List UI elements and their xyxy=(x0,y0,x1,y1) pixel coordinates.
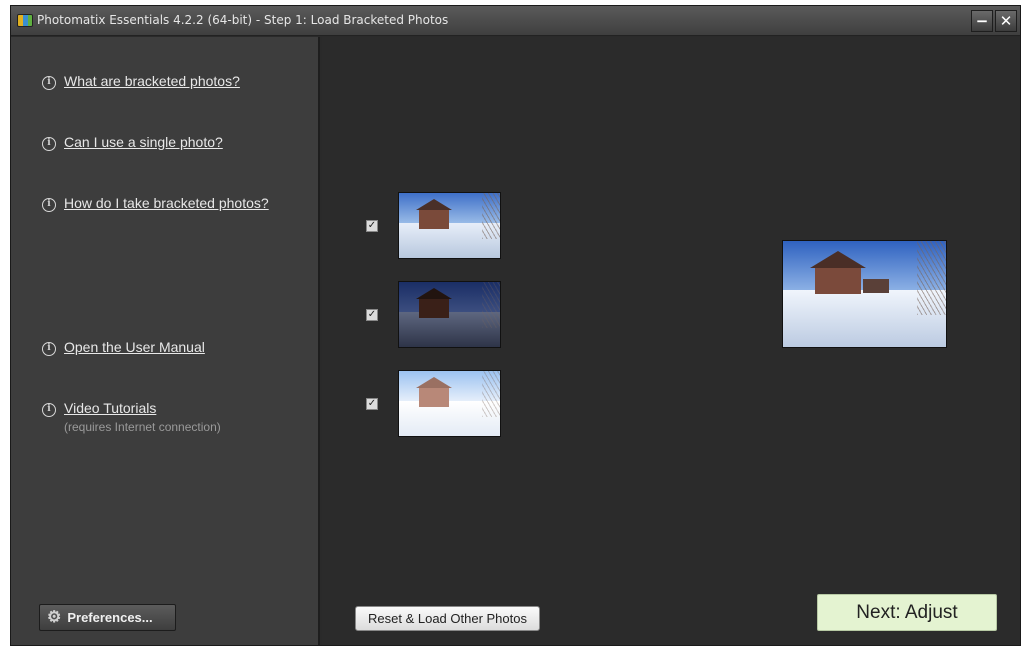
close-button[interactable]: ✕ xyxy=(995,10,1017,32)
help-link[interactable]: What are bracketed photos? xyxy=(64,73,240,89)
help-item-video-tutorials[interactable]: i Video Tutorials (requires Internet con… xyxy=(42,400,221,434)
window-title: Photomatix Essentials 4.2.2 (64-bit) - S… xyxy=(37,13,449,27)
title-bar: Photomatix Essentials 4.2.2 (64-bit) - S… xyxy=(11,6,1020,36)
photo-load-area: ✓ ✓ ✓ Reset & Load Other Photos Next: Ad… xyxy=(322,37,1020,645)
app-logo-icon xyxy=(17,14,33,27)
help-item-single-photo[interactable]: i Can I use a single photo? xyxy=(42,134,223,151)
preferences-label: Preferences... xyxy=(67,610,153,625)
bracketed-photo-row: ✓ xyxy=(366,281,501,348)
bracketed-photo-row: ✓ xyxy=(366,192,501,259)
app-window: Photomatix Essentials 4.2.2 (64-bit) - S… xyxy=(10,5,1021,646)
info-icon: i xyxy=(42,403,56,417)
next-adjust-button[interactable]: Next: Adjust xyxy=(817,594,997,631)
include-photo-checkbox[interactable]: ✓ xyxy=(366,397,378,410)
help-link[interactable]: Video Tutorials xyxy=(64,400,221,416)
gear-icon: ⚙ xyxy=(47,608,62,626)
photo-thumbnail[interactable] xyxy=(398,192,501,259)
help-link[interactable]: Can I use a single photo? xyxy=(64,134,223,150)
help-item-bracketed-photos[interactable]: i What are bracketed photos? xyxy=(42,73,240,90)
reset-load-button[interactable]: Reset & Load Other Photos xyxy=(355,606,540,631)
info-icon: i xyxy=(42,342,56,356)
help-link[interactable]: Open the User Manual xyxy=(64,339,205,355)
photo-preview xyxy=(782,240,947,348)
preferences-button[interactable]: ⚙ Preferences... xyxy=(39,604,176,631)
include-photo-checkbox[interactable]: ✓ xyxy=(366,308,378,321)
bracketed-photo-row: ✓ xyxy=(366,370,501,437)
help-link[interactable]: How do I take bracketed photos? xyxy=(64,195,269,211)
photo-thumbnail[interactable] xyxy=(398,281,501,348)
info-icon: i xyxy=(42,137,56,151)
minimize-button[interactable]: − xyxy=(971,10,993,32)
help-note: (requires Internet connection) xyxy=(64,420,221,434)
help-item-take-bracketed[interactable]: i How do I take bracketed photos? xyxy=(42,195,269,212)
include-photo-checkbox[interactable]: ✓ xyxy=(366,219,378,232)
info-icon: i xyxy=(42,198,56,212)
help-sidebar: i What are bracketed photos? i Can I use… xyxy=(11,37,320,645)
photo-thumbnail[interactable] xyxy=(398,370,501,437)
info-icon: i xyxy=(42,76,56,90)
help-item-user-manual[interactable]: i Open the User Manual xyxy=(42,339,205,356)
